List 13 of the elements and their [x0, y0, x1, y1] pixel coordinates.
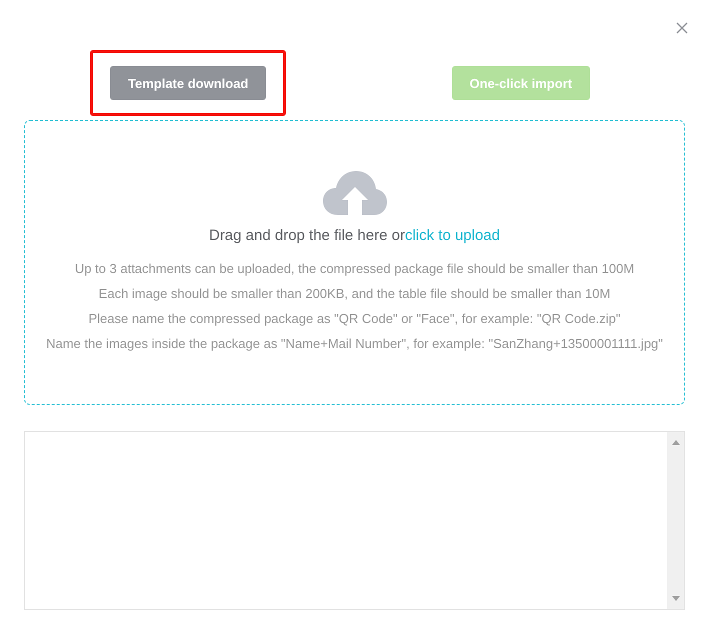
upload-note: Name the images inside the package as "Name+Mail Number", for example: "SanZhang+13500001111.jpg": [46, 336, 663, 352]
scroll-up-icon[interactable]: [672, 440, 680, 445]
text-area[interactable]: [24, 431, 685, 610]
upload-note: Please name the compressed package as "QR Code" or "Face", for example: "QR Code.zip": [88, 311, 621, 327]
upload-note: Up to 3 attachments can be uploaded, the compressed package file should be smaller than 100M: [74, 261, 634, 277]
upload-link[interactable]: click to upload: [404, 227, 500, 244]
scroll-down-icon[interactable]: [672, 596, 680, 601]
scrollbar[interactable]: [667, 432, 684, 609]
upload-note: Each image should be smaller than 200KB, and the table file should be smaller than 10M: [98, 286, 610, 302]
close-icon[interactable]: [676, 22, 688, 34]
upload-prompt: Drag and drop the file here orclick to upload: [208, 227, 500, 244]
download-button[interactable]: Template download: [110, 66, 266, 100]
upload-dropzone[interactable]: [24, 120, 685, 405]
